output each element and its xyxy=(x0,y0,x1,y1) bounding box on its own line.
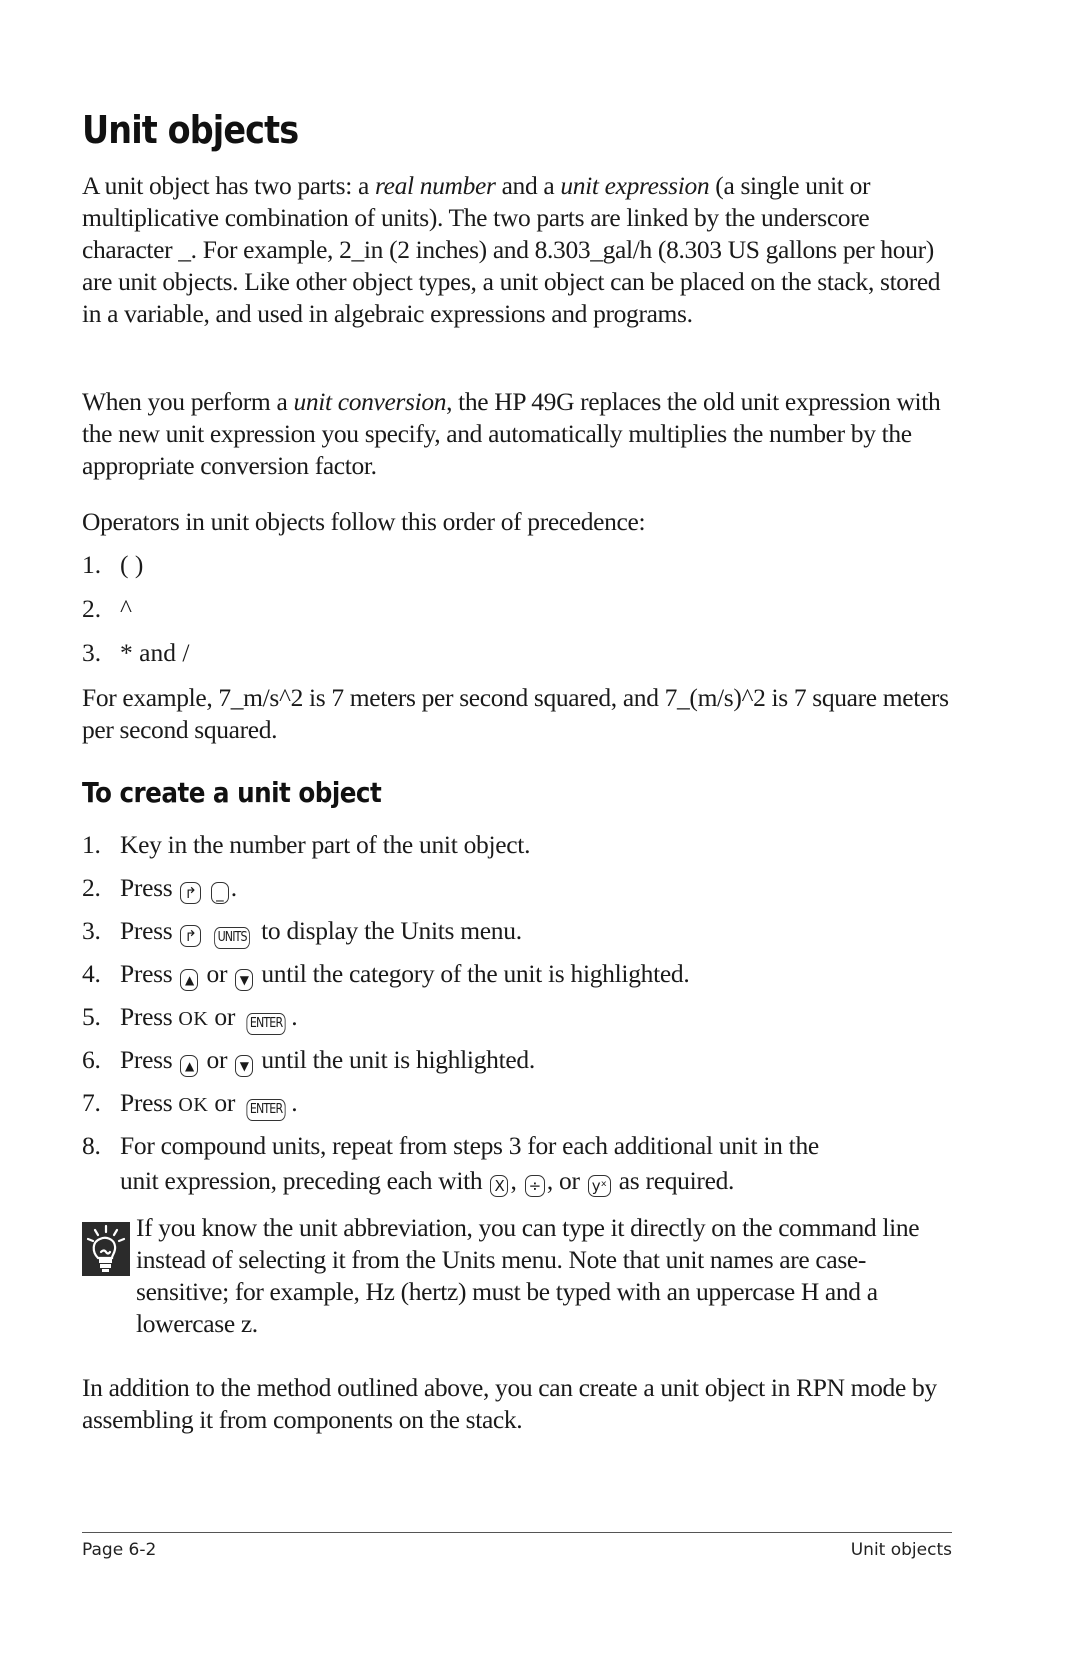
footer-divider xyxy=(82,1532,952,1533)
multiply-key: X xyxy=(490,1175,509,1197)
step-item: 4. Press ▲ or ▼ until the category of the… xyxy=(82,959,690,991)
section-title: To create a unit object xyxy=(82,776,382,809)
footer-page-number: Page 6-2 xyxy=(82,1540,157,1560)
enter-key: ENTER xyxy=(246,1099,286,1121)
step-item: 5. Press OK or ENTER. xyxy=(82,1002,298,1035)
footer-section-title: Unit objects xyxy=(850,1540,952,1560)
lightbulb-icon-svg xyxy=(86,1224,126,1272)
precedence-intro: Operators in unit objects follow this or… xyxy=(82,507,646,536)
precedence-item: 1.( ) xyxy=(82,550,144,579)
power-key: yˣ xyxy=(587,1175,611,1197)
step-item: 8. For compound units, repeat from steps … xyxy=(82,1131,819,1160)
step-item: 2. Press ↱ _. xyxy=(82,873,237,904)
right-shift-key: ↱ xyxy=(180,882,201,904)
step-item: 1. Key in the number part of the unit obj… xyxy=(82,830,531,859)
example-paragraph: For example, 7_m/s^2 is 7 meters per sec… xyxy=(82,683,949,744)
step-item: 6. Press ▲ or ▼ until the unit is highlig… xyxy=(82,1045,535,1077)
enter-key: ENTER xyxy=(246,1013,286,1035)
down-arrow-key: ▼ xyxy=(235,1055,254,1077)
lightbulb-icon xyxy=(82,1222,130,1276)
right-shift-key: ↱ xyxy=(180,925,201,947)
tip-text: If you know the unit abbreviation, you c… xyxy=(136,1213,920,1338)
ok-softkey-label: OK xyxy=(178,1094,209,1116)
divide-key: ÷ xyxy=(524,1175,545,1197)
units-key: UNITS xyxy=(213,927,250,949)
ok-softkey-label: OK xyxy=(178,1008,209,1030)
down-arrow-key: ▼ xyxy=(235,969,254,991)
up-arrow-key: ▲ xyxy=(180,969,199,991)
page-title: Unit objects xyxy=(82,108,299,152)
intro-paragraph-1: A unit object has two parts: a real numb… xyxy=(82,171,941,328)
up-arrow-key: ▲ xyxy=(180,1055,199,1077)
underscore-key: _ xyxy=(210,882,229,904)
step-item: 7. Press OK or ENTER. xyxy=(82,1088,298,1121)
precedence-item: 2. ^ xyxy=(82,594,132,623)
step-item: 3. Press ↱ UNITS to display the Units men… xyxy=(82,916,522,949)
precedence-item: 3. * and / xyxy=(82,638,190,667)
closing-paragraph: In addition to the method outlined above… xyxy=(82,1373,937,1434)
intro-paragraph-2: When you perform a unit conversion, the … xyxy=(82,387,941,480)
